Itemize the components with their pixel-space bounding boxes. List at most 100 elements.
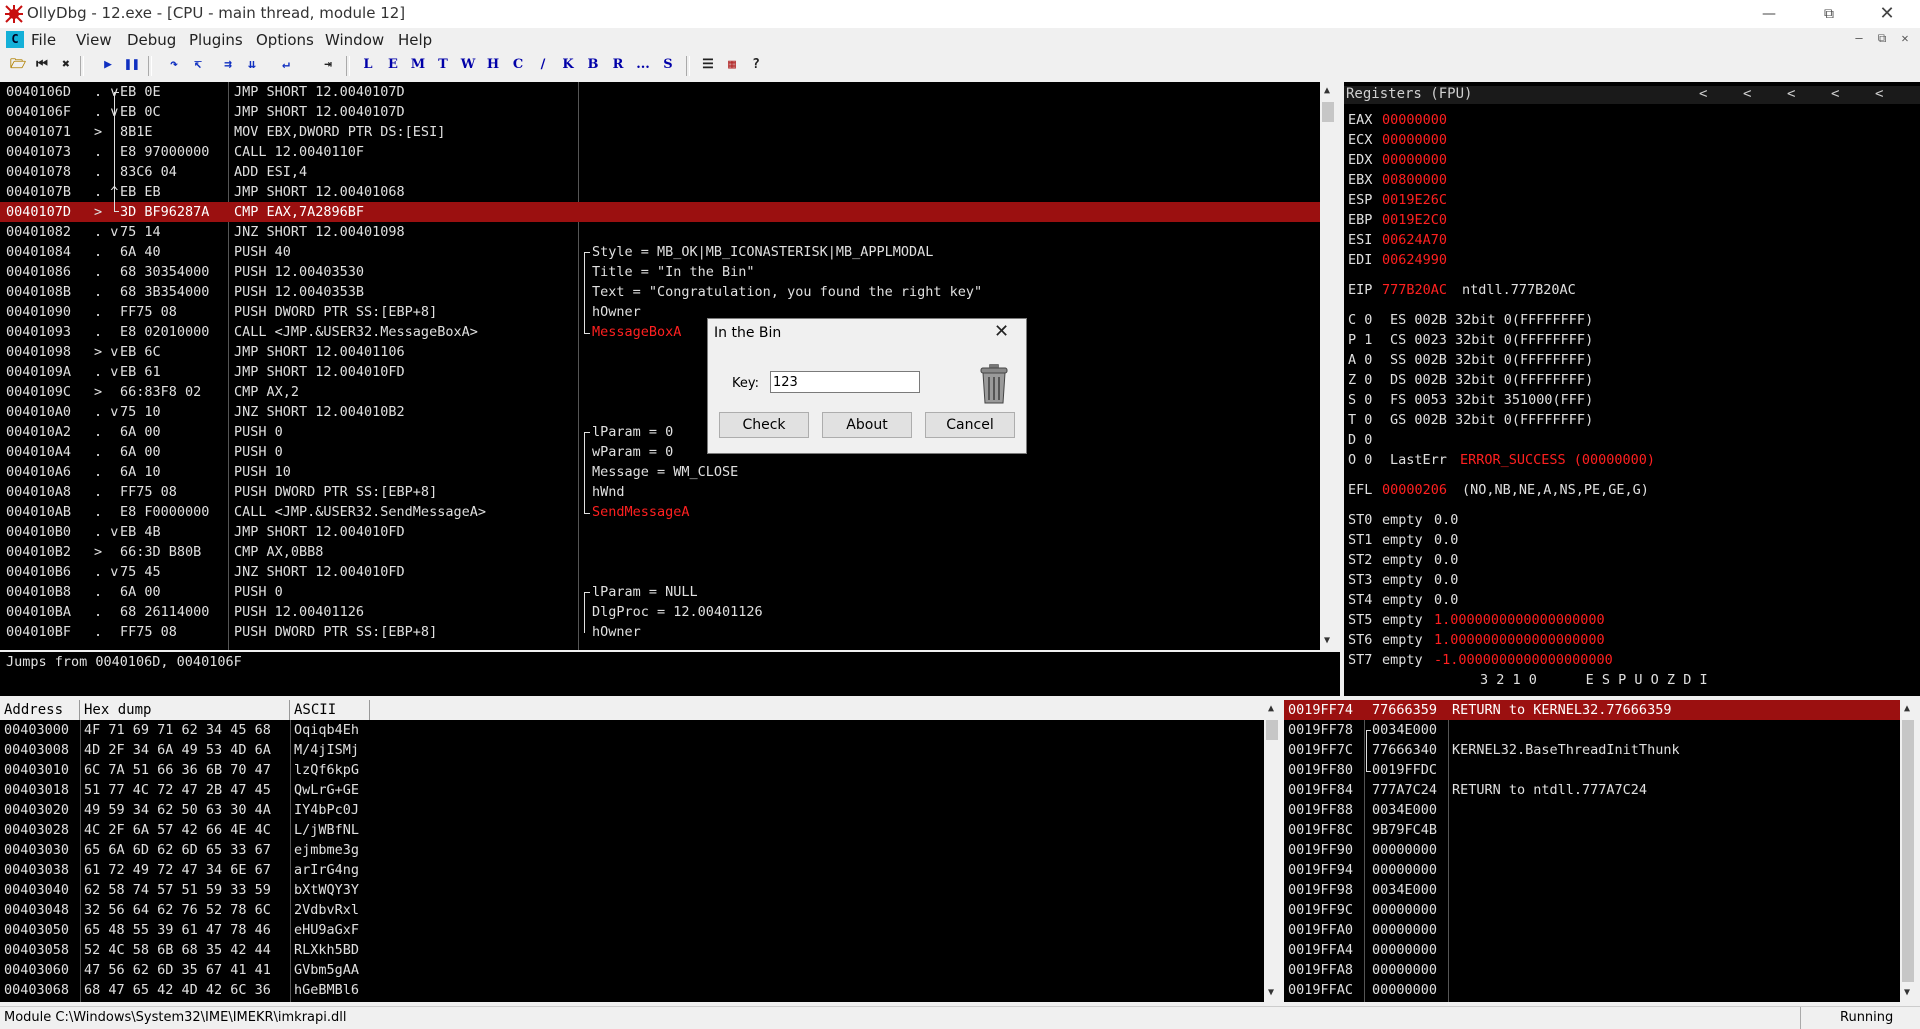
stack-row[interactable]: 0019FF74 77666359 RETURN to KERNEL32.77666… [1284, 700, 1900, 720]
scroll-up-icon[interactable]: ▲ [1320, 84, 1334, 98]
dump-address[interactable]: 00403028 [4, 820, 69, 840]
dump-address[interactable]: 00403060 [4, 960, 69, 980]
breakpoints-button[interactable]: B [583, 55, 603, 75]
fpu-register-value[interactable]: 0.0 [1434, 550, 1458, 570]
dump-hex[interactable]: 32 56 64 62 76 52 78 6C [84, 900, 271, 920]
goto-icon[interactable]: ⇥ [318, 55, 338, 75]
scroll-down-icon[interactable]: ▼ [1320, 634, 1334, 648]
dump-address[interactable]: 00403048 [4, 900, 69, 920]
stack-row[interactable]: 0019FF84 777A7C24 RETURN to ntdll.777A7C24 [1284, 780, 1900, 800]
dump-ascii[interactable]: Oqiqb4Eh [294, 720, 359, 740]
animate-over-icon[interactable]: ⇊ [242, 55, 262, 75]
fpu-register-value[interactable]: -1.0000000000000000000 [1434, 650, 1613, 670]
flag[interactable]: D 0 [1348, 430, 1372, 450]
cpu-window-icon[interactable]: C [6, 31, 24, 48]
threads-button[interactable]: T [433, 55, 453, 75]
dump-ascii[interactable]: hGeBMBl6 [294, 980, 359, 1000]
menu-options[interactable]: Options [256, 31, 314, 49]
dump-hex[interactable]: 61 72 49 72 47 34 6E 67 [84, 860, 271, 880]
register-value[interactable]: 00000000 [1382, 130, 1447, 150]
disasm-row[interactable]: 004010A2. 6A 00 PUSH 0 lParam = 0 [0, 422, 1320, 442]
dump-hex[interactable]: 4D 2F 34 6A 49 53 4D 6A [84, 740, 271, 760]
call-stack-button[interactable]: K [558, 55, 578, 75]
help-icon[interactable]: ? [746, 55, 766, 75]
dump-address[interactable]: 00403040 [4, 880, 69, 900]
scroll-down-icon[interactable]: ▼ [1900, 986, 1914, 1000]
fpu-register-value[interactable]: 0.0 [1434, 570, 1458, 590]
disasm-row[interactable]: 004010BA. 68 26114000 PUSH 12.00401126 DlgP… [0, 602, 1320, 622]
dump-ascii[interactable]: L/jWBfNL [294, 820, 359, 840]
disasm-row[interactable]: 004010A6. 6A 10 PUSH 10 Message = WM_CLOSE [0, 462, 1320, 482]
restore-icon[interactable]: ⧉ [1806, 0, 1852, 28]
check-button[interactable]: Check [719, 412, 809, 438]
dump-hex[interactable]: 4F 71 69 71 62 34 45 68 [84, 720, 271, 740]
executable-modules-button[interactable]: E [383, 55, 403, 75]
flag[interactable]: S 0 [1348, 390, 1372, 410]
close-icon[interactable]: ✕ [1864, 0, 1910, 28]
fpu-register-value[interactable]: 0.0 [1434, 510, 1458, 530]
dump-address[interactable]: 00403000 [4, 720, 69, 740]
dump-hex[interactable]: 68 47 65 42 4D 42 6C 36 [84, 980, 271, 1000]
disasm-row[interactable]: 004010A4. 6A 00 PUSH 0 wParam = 0 [0, 442, 1320, 462]
stack-row[interactable]: 0019FF98 0034E000 [1284, 880, 1900, 900]
disasm-row[interactable]: 00401082 . v 75 14 JNZ SHORT 12.00401098 [0, 222, 1320, 242]
stack-row[interactable]: 0019FF9C 00000000 [1284, 900, 1900, 920]
dump-ascii[interactable]: QwLrG+GE [294, 780, 359, 800]
dump-address[interactable]: 00403020 [4, 800, 69, 820]
patches-button[interactable]: / [533, 55, 553, 75]
reg-nav-left-icon[interactable]: < [1831, 86, 1839, 102]
flag[interactable]: A 0 [1348, 350, 1372, 370]
dump-ascii[interactable]: M/4jISMj [294, 740, 359, 760]
disasm-row[interactable]: 0040108B. 68 3B354000 PUSH 12.0040353B Text… [0, 282, 1320, 302]
dump-hex[interactable]: 65 6A 6D 62 6D 65 33 67 [84, 840, 271, 860]
dump-address[interactable]: 00403038 [4, 860, 69, 880]
scroll-up-icon[interactable]: ▲ [1900, 702, 1914, 716]
scroll-thumb[interactable] [1266, 720, 1278, 740]
dump-address[interactable]: 00403030 [4, 840, 69, 860]
dump-scrollbar[interactable]: ▲ ▼ [1264, 700, 1280, 1002]
dump-hex[interactable]: 47 56 62 6D 35 67 41 41 [84, 960, 271, 980]
stack-row[interactable]: 0019FF88 0034E000 [1284, 800, 1900, 820]
stack-row[interactable]: 0019FFA4 00000000 [1284, 940, 1900, 960]
dump-ascii[interactable]: lzQf6kpG [294, 760, 359, 780]
disasm-row[interactable]: 0040109A . v EB 61 JMP SHORT 12.004010FD [0, 362, 1320, 382]
register-value[interactable]: 00000000 [1382, 150, 1447, 170]
dump-ascii[interactable]: bXtWQY3Y [294, 880, 359, 900]
references-button[interactable]: R [608, 55, 628, 75]
dump-hex[interactable]: 65 48 55 39 61 47 78 46 [84, 920, 271, 940]
log-window-button[interactable]: L [358, 55, 378, 75]
list-icon[interactable]: ☰ [698, 55, 718, 75]
about-button[interactable]: About [822, 412, 912, 438]
flag[interactable]: T 0 [1348, 410, 1372, 430]
register-value[interactable]: 777B20AC [1382, 280, 1447, 300]
mdi-restore-icon[interactable]: ⧉ [1873, 31, 1891, 47]
dump-ascii[interactable]: IY4bPc0J [294, 800, 359, 820]
reg-nav-left-icon[interactable]: < [1699, 86, 1707, 102]
disasm-row[interactable]: 0040107B. ^ EB EB JMP SHORT 12.00401068 [0, 182, 1320, 202]
dump-pane[interactable]: Address Hex dump ASCII 00403000 4F 71 69 … [0, 700, 1264, 1002]
stack-pane[interactable]: 0019FF74 77666359 RETURN to KERNEL32.77666… [1284, 700, 1900, 1002]
disassembly-scrollbar[interactable]: ▲ ▼ [1320, 82, 1336, 650]
source-button[interactable]: S [658, 55, 678, 75]
fpu-register-value[interactable]: 0.0 [1434, 530, 1458, 550]
dump-address[interactable]: 00403050 [4, 920, 69, 940]
dump-header-hex[interactable]: Hex dump [80, 700, 290, 720]
disasm-row[interactable]: 004010A8. FF75 08 PUSH DWORD PTR SS:[EBP+8… [0, 482, 1320, 502]
menu-plugins[interactable]: Plugins [189, 31, 243, 49]
execute-till-return-icon[interactable]: ↵ [276, 55, 296, 75]
pause-icon[interactable]: ❚❚ [122, 55, 142, 75]
disasm-row[interactable]: 00401098 > v EB 6C JMP SHORT 12.00401106 [0, 342, 1320, 362]
menu-help[interactable]: Help [398, 31, 432, 49]
dump-ascii[interactable]: ejmbme3g [294, 840, 359, 860]
cpu-button[interactable]: C [508, 55, 528, 75]
open-icon[interactable]: 🗁 [8, 55, 28, 75]
register-value[interactable]: 00800000 [1382, 170, 1447, 190]
step-into-icon[interactable]: ↷ [164, 55, 184, 75]
stack-row[interactable]: 0019FF78 0034E000 [1284, 720, 1900, 740]
stack-row[interactable]: 0019FF7C 77666340 KERNEL32.BaseThreadInitT… [1284, 740, 1900, 760]
scroll-down-icon[interactable]: ▼ [1264, 986, 1278, 1000]
menu-window[interactable]: Window [325, 31, 384, 49]
dump-ascii[interactable]: eHU9aGxF [294, 920, 359, 940]
disasm-row[interactable]: 00401073. E8 97000000 CALL 12.0040110F [0, 142, 1320, 162]
menu-debug[interactable]: Debug [127, 31, 176, 49]
